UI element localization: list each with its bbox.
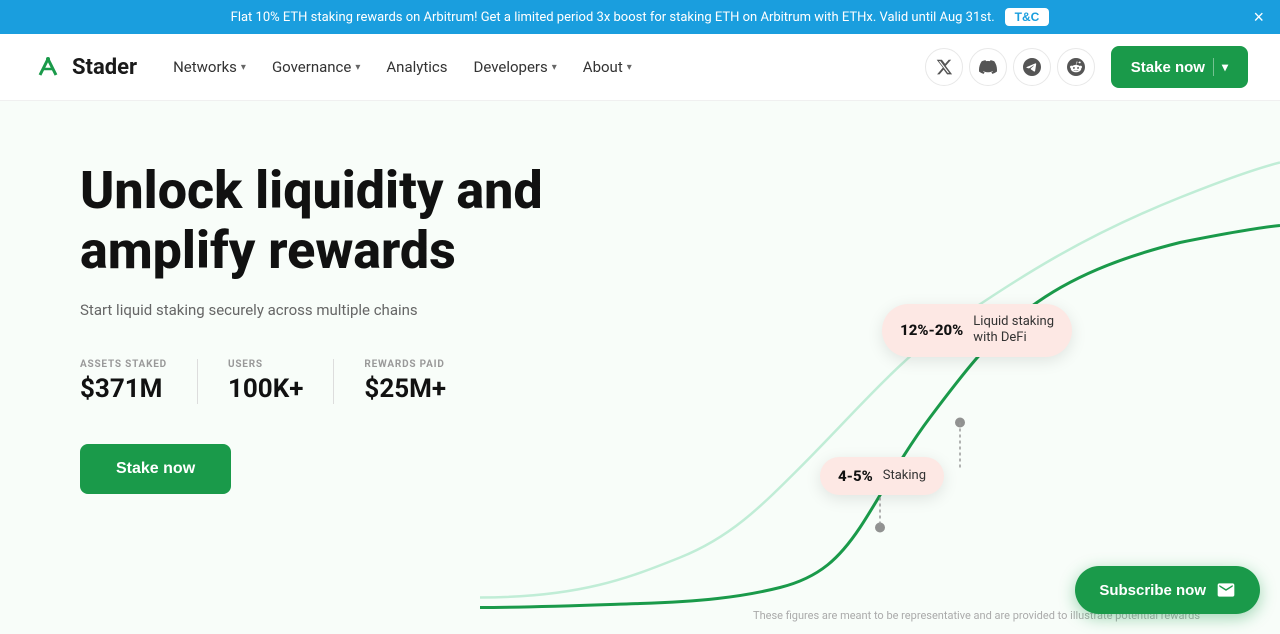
banner-text: Flat 10% ETH staking rewards on Arbitrum… — [231, 10, 995, 25]
logo[interactable]: Stader — [32, 51, 137, 83]
navbar: Stader Networks ▾ Governance ▾ Analytics… — [0, 34, 1280, 101]
stats-row: ASSETS STAKED $371M USERS 100K+ REWARDS … — [80, 359, 680, 404]
promo-banner: Flat 10% ETH staking rewards on Arbitrum… — [0, 0, 1280, 34]
logo-icon — [32, 51, 64, 83]
hero-subtitle: Start liquid staking securely across mul… — [80, 301, 680, 319]
tooltip-bottom-percent: 4-5% — [838, 467, 873, 485]
hero-stake-button[interactable]: Stake now — [80, 444, 231, 494]
logo-text: Stader — [72, 55, 137, 80]
stat-value-assets: $371M — [80, 374, 167, 404]
stat-label-assets: ASSETS STAKED — [80, 359, 167, 370]
nav-item-governance[interactable]: Governance ▾ — [260, 50, 372, 84]
stat-label-users: USERS — [228, 359, 303, 370]
tooltip-staking: 4-5% Staking — [820, 457, 944, 495]
tooltip-top-percent: 12%-20% — [900, 321, 963, 339]
tooltip-bottom-label: Staking — [883, 468, 926, 485]
subscribe-button[interactable]: Subscribe now — [1075, 566, 1260, 614]
social-icons — [925, 48, 1095, 86]
nav-item-about[interactable]: About ▾ — [571, 50, 644, 84]
subscribe-icon — [1216, 580, 1236, 600]
chevron-down-icon: ▾ — [355, 62, 360, 73]
telegram-icon[interactable] — [1013, 48, 1051, 86]
stat-assets-staked: ASSETS STAKED $371M — [80, 359, 198, 404]
chevron-down-icon: ▾ — [627, 62, 632, 73]
hero-section: Unlock liquidity and amplify rewards Sta… — [0, 101, 1280, 634]
nav-item-developers[interactable]: Developers ▾ — [462, 50, 569, 84]
nav-item-analytics[interactable]: Analytics — [374, 50, 459, 84]
tooltip-liquid-staking: 12%-20% Liquid stakingwith DeFi — [882, 304, 1072, 358]
twitter-icon[interactable] — [925, 48, 963, 86]
stat-value-users: 100K+ — [228, 374, 303, 404]
reddit-icon[interactable] — [1057, 48, 1095, 86]
discord-icon[interactable] — [969, 48, 1007, 86]
stat-value-rewards: $25M+ — [364, 374, 446, 404]
tc-button[interactable]: T&C — [1005, 8, 1050, 26]
nav-item-networks[interactable]: Networks ▾ — [161, 50, 258, 84]
hero-content: Unlock liquidity and amplify rewards Sta… — [80, 161, 680, 494]
hero-title: Unlock liquidity and amplify rewards — [80, 161, 680, 281]
button-divider — [1213, 58, 1214, 76]
stat-rewards: REWARDS PAID $25M+ — [364, 359, 476, 404]
chevron-down-icon: ▾ — [1222, 60, 1228, 74]
tooltip-top-label: Liquid stakingwith DeFi — [973, 314, 1054, 348]
nav-links: Networks ▾ Governance ▾ Analytics Develo… — [161, 50, 921, 84]
stake-now-button[interactable]: Stake now ▾ — [1111, 46, 1248, 88]
chevron-down-icon: ▾ — [552, 62, 557, 73]
chevron-down-icon: ▾ — [241, 62, 246, 73]
stat-users: USERS 100K+ — [228, 359, 334, 404]
stat-label-rewards: REWARDS PAID — [364, 359, 446, 370]
banner-close-button[interactable]: × — [1253, 8, 1264, 26]
